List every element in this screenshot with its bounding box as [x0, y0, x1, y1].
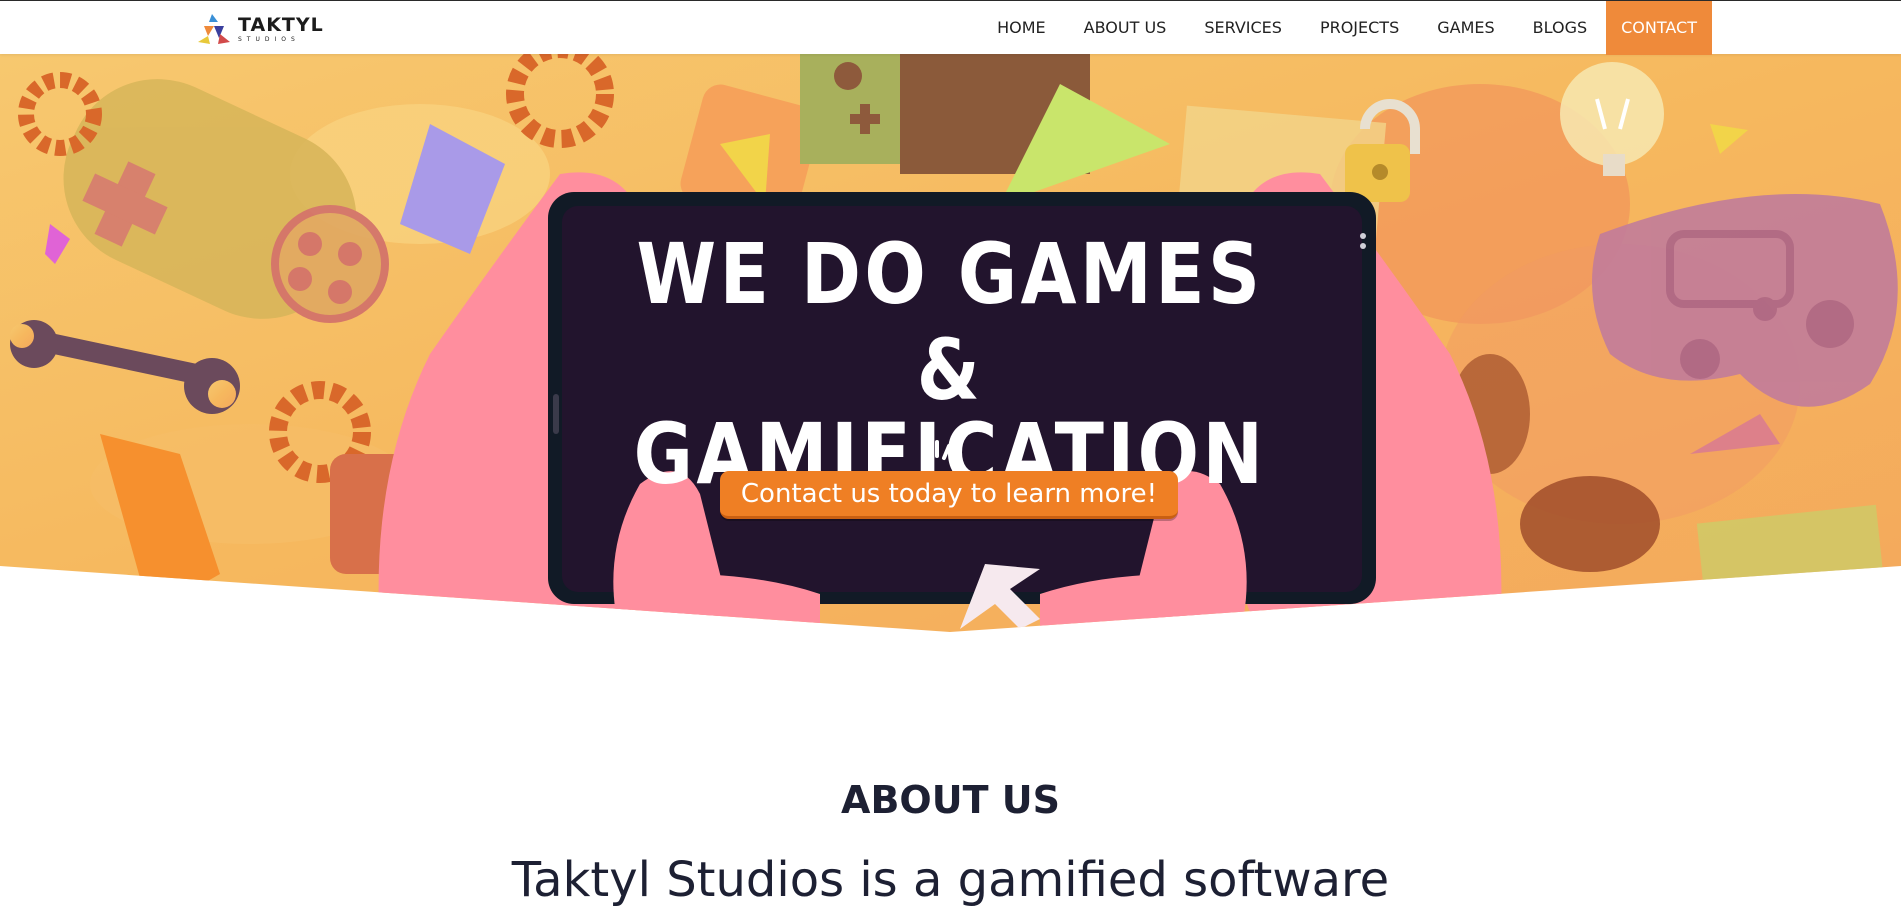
about-intro-text: Taktyl Studios is a gamified software — [511, 852, 1390, 908]
nav-about-us[interactable]: ABOUT US — [1065, 1, 1186, 55]
contact-cta-button[interactable]: Contact us today to learn more! — [720, 471, 1178, 519]
hero-banner: WE DO GAMES & GAMIFICATION Contact us to… — [0, 54, 1901, 634]
nav-blogs[interactable]: BLOGS — [1514, 1, 1606, 55]
site-header: TAKTYL STUDIOS HOME ABOUT US SERVICES PR… — [0, 0, 1901, 55]
about-heading: ABOUT US — [841, 778, 1060, 822]
nav-home[interactable]: HOME — [978, 1, 1065, 55]
brand-name: TAKTYL — [238, 13, 324, 36]
nav-contact[interactable]: CONTACT — [1606, 1, 1712, 55]
nav-projects[interactable]: PROJECTS — [1301, 1, 1418, 55]
hero-title-line1: WE DO GAMES — [636, 225, 1264, 323]
brand-logo[interactable]: TAKTYL STUDIOS — [198, 13, 324, 45]
nav-services[interactable]: SERVICES — [1185, 1, 1301, 55]
nav-games[interactable]: GAMES — [1418, 1, 1513, 55]
main-nav: HOME ABOUT US SERVICES PROJECTS GAMES BL… — [978, 1, 1712, 55]
brand-subtitle: STUDIOS — [238, 35, 300, 43]
tangram-logo-icon — [198, 14, 230, 44]
